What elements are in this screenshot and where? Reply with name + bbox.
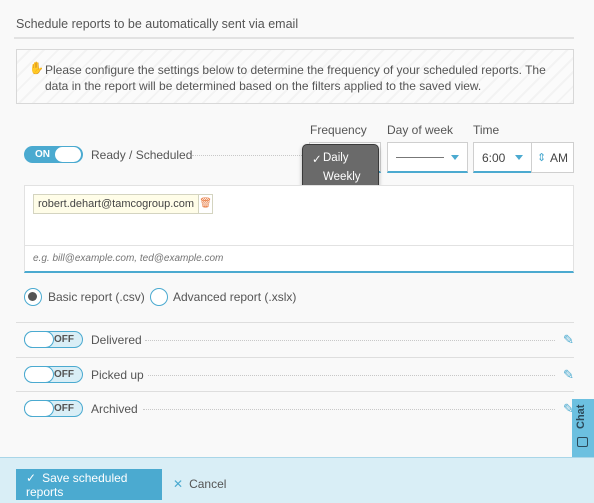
chat-label: Chat bbox=[575, 404, 587, 429]
caret-down-icon bbox=[515, 155, 523, 160]
save-button-label: Save scheduled reports bbox=[26, 470, 128, 499]
hand-stop-icon: ✋ bbox=[29, 61, 44, 75]
row-divider bbox=[16, 357, 574, 358]
email-recipients-box: robert.dehart@tamcogroup.com 🗑 bbox=[24, 185, 574, 273]
close-icon: ✕ bbox=[173, 477, 184, 491]
toggle-state-label: ON bbox=[35, 149, 50, 160]
schedule-label: Ready / Scheduled bbox=[91, 148, 193, 162]
toggle-state-label: OFF bbox=[54, 334, 74, 345]
chat-bubble-icon bbox=[577, 437, 588, 447]
row-divider bbox=[16, 391, 574, 392]
email-chip: robert.dehart@tamcogroup.com 🗑 bbox=[33, 194, 214, 214]
dotted-leader bbox=[143, 409, 555, 410]
schedule-toggle[interactable]: ON bbox=[24, 146, 83, 163]
radio-advanced-report-label: Advanced report (.xslx) bbox=[173, 290, 297, 304]
toggle-state-label: OFF bbox=[54, 403, 74, 414]
title-divider bbox=[14, 37, 574, 39]
picked-up-toggle[interactable]: OFF bbox=[24, 366, 83, 383]
dotted-leader bbox=[145, 340, 555, 341]
toggle-knob bbox=[24, 366, 54, 383]
toggle-state-label: OFF bbox=[54, 369, 74, 380]
caret-down-icon bbox=[451, 155, 459, 160]
cancel-button[interactable]: ✕ Cancel bbox=[173, 477, 226, 491]
frequency-label: Frequency bbox=[310, 123, 367, 137]
footer-bar: ✓ Save scheduled reports ✕ Cancel bbox=[0, 457, 594, 503]
toggle-knob bbox=[24, 331, 54, 348]
radio-basic-report-label: Basic report (.csv) bbox=[48, 290, 145, 304]
email-input[interactable] bbox=[33, 253, 433, 264]
pencil-icon[interactable]: ✎ bbox=[563, 332, 574, 348]
toggle-knob bbox=[54, 146, 82, 163]
delivered-toggle[interactable]: OFF bbox=[24, 331, 83, 348]
page-title: Schedule reports to be automatically sen… bbox=[16, 17, 299, 31]
checkmark-icon: ✓ bbox=[312, 154, 322, 166]
archived-toggle[interactable]: OFF bbox=[24, 400, 83, 417]
radio-basic-report[interactable] bbox=[24, 288, 42, 306]
checkmark-icon: ✓ bbox=[26, 470, 37, 485]
switch-arrows-icon: ⇕ bbox=[537, 152, 547, 164]
meridiem-toggle[interactable]: ⇕ AM bbox=[531, 142, 574, 173]
delivered-label: Delivered bbox=[91, 333, 142, 347]
day-of-week-select[interactable] bbox=[387, 142, 468, 173]
email-divider bbox=[25, 245, 573, 246]
trash-icon[interactable]: 🗑 bbox=[198, 195, 213, 213]
row-divider bbox=[16, 322, 574, 323]
time-value: 6:00 bbox=[482, 151, 506, 165]
picked-up-label: Picked up bbox=[91, 368, 144, 382]
dotted-leader bbox=[148, 375, 555, 376]
pencil-icon[interactable]: ✎ bbox=[563, 367, 574, 383]
dotted-leader bbox=[192, 155, 304, 156]
save-scheduled-reports-button[interactable]: ✓ Save scheduled reports bbox=[16, 469, 162, 500]
toggle-knob bbox=[24, 400, 54, 417]
radio-advanced-report[interactable] bbox=[150, 288, 168, 306]
cancel-button-label: Cancel bbox=[189, 477, 227, 491]
empty-value-dash bbox=[396, 157, 444, 158]
chat-tab[interactable]: Chat bbox=[572, 399, 594, 461]
archived-label: Archived bbox=[91, 402, 138, 416]
info-notice: ✋ Please configure the settings below to… bbox=[16, 49, 574, 104]
email-chip-address: robert.dehart@tamcogroup.com bbox=[38, 198, 195, 210]
time-select[interactable]: 6:00 bbox=[473, 142, 532, 173]
notice-text: Please configure the settings below to d… bbox=[45, 63, 546, 93]
day-of-week-label: Day of week bbox=[387, 123, 454, 137]
meridiem-value: AM bbox=[550, 151, 568, 165]
time-label: Time bbox=[473, 123, 500, 137]
